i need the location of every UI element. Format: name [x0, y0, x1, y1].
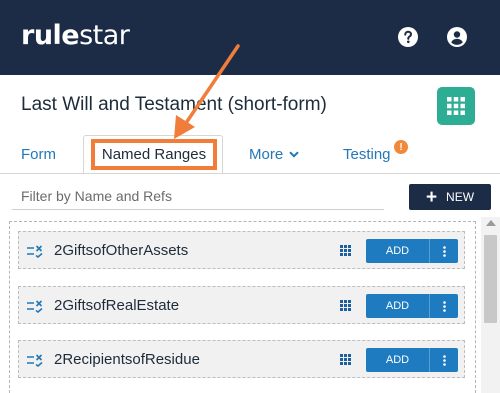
more-vertical-icon: [442, 300, 446, 312]
list-item[interactable]: 2RecipientsofResidue ADD: [18, 340, 465, 378]
named-range-icon: [27, 245, 43, 258]
chevron-down-icon: [289, 151, 299, 158]
rulestar-logo[interactable]: rulestar: [21, 20, 130, 51]
list-item[interactable]: 2GiftsofRealEstate ADD: [18, 286, 465, 324]
new-button[interactable]: + NEW: [409, 184, 491, 210]
named-range-name: 2GiftsofRealEstate: [54, 297, 180, 314]
named-range-name: 2RecipientsofResidue: [54, 351, 200, 368]
filter-input[interactable]: [12, 183, 384, 210]
scroll-up-arrow-icon[interactable]: [486, 220, 496, 226]
plus-icon: +: [425, 186, 438, 208]
list-scrollbar[interactable]: [481, 217, 500, 393]
scroll-thumb[interactable]: [484, 235, 497, 323]
drag-handle-icon[interactable]: [340, 354, 351, 365]
tabs-divider: [0, 173, 500, 174]
named-range-icon: [27, 300, 43, 313]
app-header: rulestar: [0, 0, 500, 75]
add-split-button: ADD: [366, 239, 458, 263]
add-button[interactable]: ADD: [366, 294, 429, 318]
add-button[interactable]: ADD: [366, 348, 429, 372]
named-range-icon: [27, 354, 43, 367]
tab-testing[interactable]: Testing: [343, 146, 391, 163]
tab-named-ranges[interactable]: Named Ranges: [83, 135, 223, 173]
more-vertical-icon: [442, 245, 446, 257]
add-split-button: ADD: [366, 348, 458, 372]
logo-bold-text: rule: [21, 20, 80, 51]
drag-handle-icon[interactable]: [340, 300, 351, 311]
list-item[interactable]: 2GiftsofOtherAssets ADD: [18, 231, 465, 269]
add-split-button: ADD: [366, 294, 458, 318]
logo-regular-text: star: [79, 20, 130, 51]
document-title: Last Will and Testament (short-form): [21, 94, 327, 115]
help-circle-icon[interactable]: [398, 27, 418, 47]
apps-grid-icon: [447, 97, 465, 115]
add-options-button[interactable]: [430, 294, 458, 318]
drag-handle-icon[interactable]: [340, 245, 351, 256]
add-options-button[interactable]: [430, 239, 458, 263]
tab-named-ranges-highlight: Named Ranges: [91, 139, 217, 170]
tab-form[interactable]: Form: [21, 146, 56, 163]
more-vertical-icon: [442, 354, 446, 366]
apps-grid-button[interactable]: [437, 87, 475, 125]
tab-more-label: More: [249, 146, 284, 163]
new-button-label: NEW: [446, 190, 475, 204]
tab-more[interactable]: More: [249, 146, 299, 163]
tab-named-ranges-label: Named Ranges: [101, 146, 207, 163]
testing-alert-badge: !: [394, 140, 408, 154]
add-button[interactable]: ADD: [366, 239, 429, 263]
named-range-name: 2GiftsofOtherAssets: [54, 242, 189, 259]
account-circle-icon[interactable]: [447, 27, 467, 47]
add-options-button[interactable]: [430, 348, 458, 372]
